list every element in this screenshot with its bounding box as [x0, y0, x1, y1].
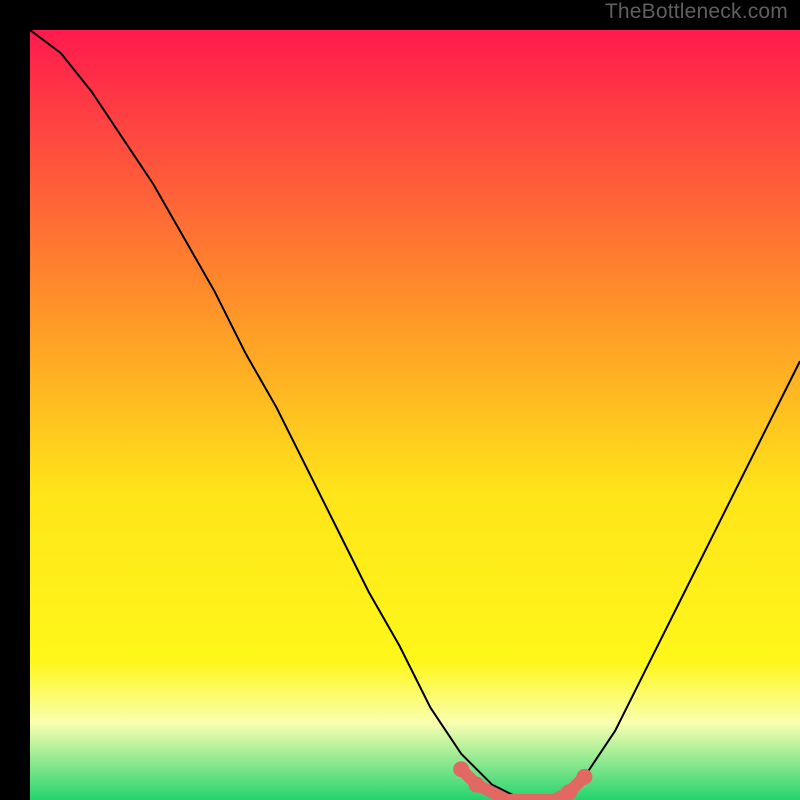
bottleneck-chart-svg — [30, 30, 800, 800]
optimal-range-dot — [469, 777, 485, 793]
gradient-background — [30, 30, 800, 800]
optimal-range-dot — [453, 761, 469, 777]
watermark-text: TheBottleneck.com — [605, 0, 788, 24]
optimal-range-dot — [561, 784, 577, 800]
optimal-range-dot — [576, 769, 592, 785]
chart-frame — [15, 15, 785, 785]
